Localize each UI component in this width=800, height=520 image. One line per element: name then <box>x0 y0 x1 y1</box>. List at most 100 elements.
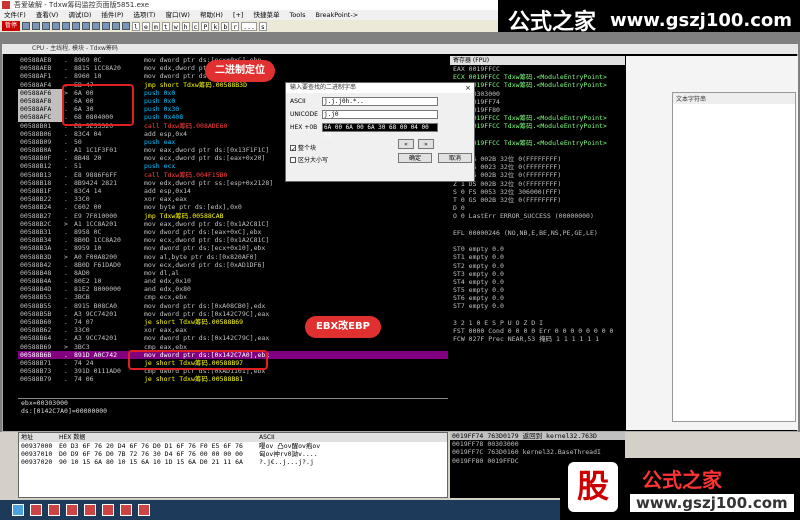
register-line[interactable]: O 0 LastErr ERROR_SUCCESS (00000000) <box>450 212 625 220</box>
register-line[interactable]: ST7 empty 0.0 <box>450 302 625 310</box>
next-button[interactable]: » <box>418 139 434 149</box>
tool-k[interactable]: k <box>211 21 220 31</box>
hex-dump-pane[interactable]: 地址 HEX 数据 ASCII 00937000 E0 D3 6F 76 20 D… <box>18 432 448 498</box>
whole-block-checkbox[interactable]: ✓ <box>290 144 296 153</box>
register-line[interactable]: EDI 0019FFCC Tdxw筹码.<ModuleEntryPoint> <box>450 122 625 130</box>
tool-w[interactable]: w <box>171 21 180 31</box>
taskbar-app-icon[interactable] <box>120 504 132 516</box>
goto-icon[interactable] <box>122 22 131 30</box>
registers-pane[interactable]: 寄存器 (FPU) EAX 0019FFCC ECX 0019FFCC Tdxw筹… <box>450 56 625 430</box>
menu-breakpoint[interactable]: BreakPoint-> <box>315 10 358 20</box>
disasm-row[interactable]: 00588B60. 74 07 je short Tdxw筹码.00588B69 <box>18 318 448 326</box>
disasm-row[interactable]: 00588B34. 8B0D 1CC8A20 mov ecx,dword ptr d… <box>18 236 448 244</box>
disasm-row[interactable]: 00588B55. 8915 B08CA0 mov dword ptr ds:[0x… <box>18 302 448 310</box>
disasm-row[interactable]: 00588B4A. 80E2 10 and edx,0x10 <box>18 277 448 285</box>
taskbar-app-icon[interactable] <box>66 504 78 516</box>
menu-shortcut[interactable]: 快捷菜单 <box>253 10 279 20</box>
disasm-row[interactable]: 00588B3A. 8959 10 mov dword ptr ds:[ecx+0x… <box>18 244 448 252</box>
register-line[interactable]: A 0 SS 002B 32位 0(FFFFFFFF) <box>450 171 625 179</box>
disasm-row[interactable]: 00588B5B. A3 9CC74201 mov dword ptr ds:[0x… <box>18 310 448 318</box>
pause-icon[interactable] <box>62 22 71 30</box>
run-icon[interactable] <box>52 22 61 30</box>
taskbar-app-icon[interactable] <box>84 504 96 516</box>
register-line[interactable]: ST1 empty 0.0 <box>450 253 625 261</box>
dialog-close-icon[interactable]: × <box>465 84 471 92</box>
menu-options[interactable]: 选项(T) <box>133 10 155 20</box>
taskbar-app-icon[interactable] <box>30 504 42 516</box>
register-line[interactable]: S 0 FS 0053 32位 306000(FFF) <box>450 188 625 196</box>
dump-row[interactable]: 00937020 90 10 15 6A 80 10 15 6A 10 1D 15… <box>19 458 447 466</box>
disasm-row[interactable]: 00588B22. 33C0 xor eax,eax <box>18 195 448 203</box>
menu-plugins[interactable]: 插件(P) <box>101 10 123 20</box>
register-line[interactable]: EFL 00000246 (NO,NB,E,BE,NS,PE,GE,LE) <box>450 229 625 237</box>
menu-debug[interactable]: 调试(D) <box>68 10 91 20</box>
register-line[interactable]: ST4 empty 0.0 <box>450 278 625 286</box>
disasm-row[interactable]: 00588B3D > A0 F00A8200 mov al,byte ptr ds:[… <box>18 253 448 261</box>
tool-t[interactable]: t <box>161 21 170 31</box>
disasm-row[interactable]: 00588B4D. 81E2 8000000 and edx,0x80 <box>18 285 448 293</box>
tool-m[interactable]: m <box>151 21 160 31</box>
disasm-row[interactable]: 00588B48. 8AD0 mov dl,al <box>18 269 448 277</box>
register-line[interactable] <box>450 221 625 229</box>
tool-l[interactable]: l <box>132 21 140 31</box>
open-icon[interactable] <box>22 22 31 30</box>
register-line[interactable]: EIP 0019FFCC Tdxw筹码.<ModuleEntryPoint> <box>450 139 625 147</box>
tool-h[interactable]: h <box>181 21 190 31</box>
register-line[interactable] <box>450 147 625 155</box>
menu-tools[interactable]: Tools <box>289 10 305 20</box>
ascii-input[interactable]: j.j.j0h.*.. <box>322 97 438 106</box>
step-over-icon[interactable] <box>82 22 91 30</box>
dump-row[interactable]: 00937010 D0 D9 6F 76 D0 7B 72 76 30 D4 6F… <box>19 450 447 458</box>
ok-button[interactable]: 确定 <box>398 153 432 163</box>
taskbar-start-icon[interactable] <box>12 504 24 516</box>
dump-row[interactable]: 00937000 E0 D3 6F 76 20 D4 6F 76 D0 D1 6F… <box>19 442 447 450</box>
register-line[interactable]: EDX 0019FFCC Tdxw筹码.<ModuleEntryPoint> <box>450 81 625 89</box>
register-line[interactable]: FST 0000 Cond 0 0 0 0 Err 0 0 0 0 0 0 0 … <box>450 327 625 335</box>
restart-icon[interactable] <box>32 22 41 30</box>
register-line[interactable] <box>450 237 625 245</box>
register-line[interactable]: 3 2 1 0 E S P U O Z D I <box>450 319 625 327</box>
disasm-row[interactable]: 00588B2C > A1 1CC8A201 mov eax,dword ptr ds… <box>18 220 448 228</box>
tool-c[interactable]: c <box>191 21 200 31</box>
tool-p[interactable]: P <box>201 21 210 31</box>
tool-s[interactable]: s <box>258 21 267 31</box>
tool-b[interactable]: b <box>221 21 230 31</box>
register-line[interactable]: ST2 empty 0.0 <box>450 262 625 270</box>
register-line[interactable]: EAX 0019FFCC <box>450 65 625 73</box>
register-line[interactable] <box>450 131 625 139</box>
register-line[interactable]: ESP 0019FF74 <box>450 98 625 106</box>
menu-help[interactable]: 帮助(H) <box>200 10 223 20</box>
menu-view[interactable]: 查看(V) <box>36 10 59 20</box>
trace-over-icon[interactable] <box>102 22 111 30</box>
disasm-row[interactable]: 00588B53. 3BCB cmp ecx,ebx <box>18 293 448 301</box>
tool-r[interactable]: r <box>231 21 240 31</box>
menu-file[interactable]: 文件(F) <box>4 10 26 20</box>
trace-into-icon[interactable] <box>92 22 101 30</box>
menu-window[interactable]: 窗口(W) <box>165 10 190 20</box>
menu-plus[interactable]: [+] <box>233 10 244 20</box>
register-line[interactable]: EBP 0019FF80 <box>450 106 625 114</box>
register-line[interactable]: Z 1 DS 002B 32位 0(FFFFFFFF) <box>450 180 625 188</box>
unicode-input[interactable]: j.j0 <box>322 110 438 119</box>
register-line[interactable]: ST6 empty 0.0 <box>450 294 625 302</box>
register-line[interactable]: ST5 empty 0.0 <box>450 286 625 294</box>
disasm-row[interactable]: 00588B79. 74 06 je short Tdxw筹码.00588B81 <box>18 375 448 383</box>
stack-row[interactable]: 0019FF78 00303000 <box>450 440 625 448</box>
close-icon[interactable] <box>42 22 51 30</box>
disasm-row[interactable]: 00588B24. C602 00 mov byte ptr ds:[edx],0x… <box>18 203 448 211</box>
disasm-row[interactable]: 00588B27. E9 7F010000 jmp Tdxw筹码.00588CAB <box>18 212 448 220</box>
strings-window[interactable]: 文本字符串 <box>672 92 796 422</box>
stack-row[interactable]: 0019FF74 763D0179 返回到 kernel32.763D <box>450 432 625 441</box>
prev-button[interactable]: « <box>398 139 414 149</box>
taskbar-app-icon[interactable] <box>138 504 150 516</box>
disasm-row[interactable]: 00588B62. 33C0 xor eax,eax <box>18 326 448 334</box>
tool-e[interactable]: e <box>141 21 150 31</box>
cancel-button[interactable]: 取消 <box>438 153 472 163</box>
register-line[interactable] <box>450 311 625 319</box>
register-line[interactable]: T 0 GS 002B 32位 0(FFFFFFFF) <box>450 196 625 204</box>
execute-till-return-icon[interactable] <box>112 22 121 30</box>
register-line[interactable]: D 0 <box>450 204 625 212</box>
taskbar-app-icon[interactable] <box>102 504 114 516</box>
register-line[interactable]: ST3 empty 0.0 <box>450 270 625 278</box>
register-line[interactable]: FCW 027F Prec NEAR,53 掩码 1 1 1 1 1 1 <box>450 335 625 343</box>
